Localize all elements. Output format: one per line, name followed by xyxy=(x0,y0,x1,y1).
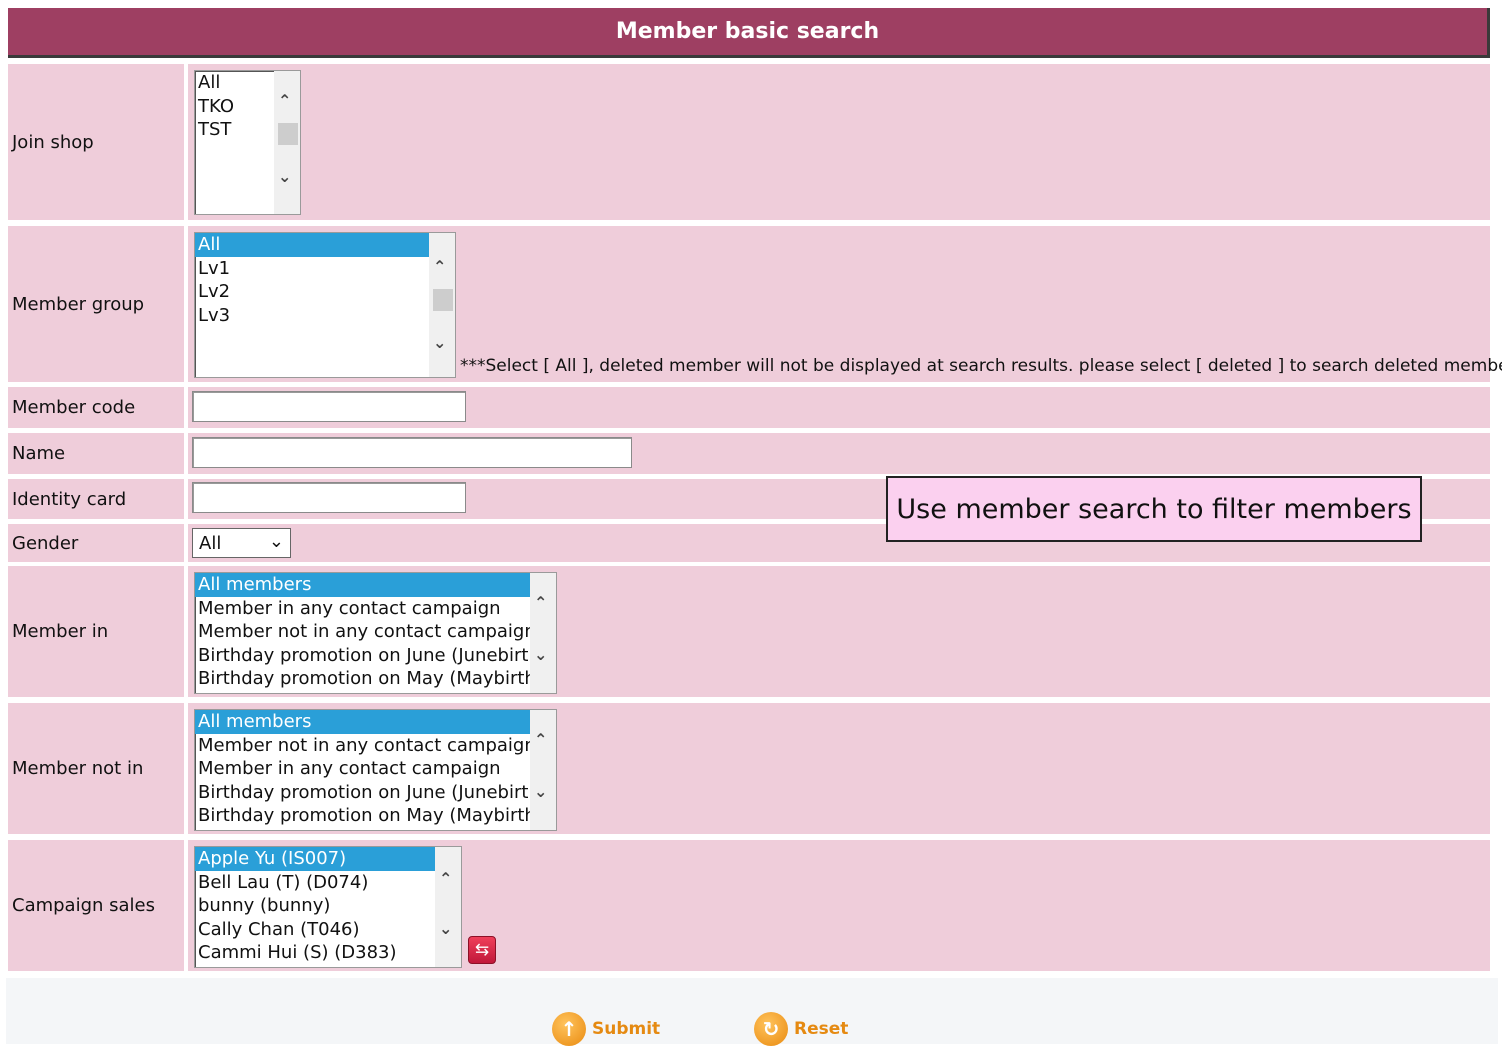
member-code-label: Member code xyxy=(8,387,184,428)
member-group-cell: All Lv1 Lv2 Lv3 ⌃ ⌄ ***Select [ All ], d… xyxy=(188,226,1502,382)
chevron-down-icon: ⌄ xyxy=(268,531,284,552)
member-not-in-listbox[interactable]: All members Member not in any contact ca… xyxy=(194,709,557,831)
member-code-cell xyxy=(188,387,1490,428)
chevron-down-icon[interactable]: ⌄ xyxy=(278,167,291,186)
gender-label: Gender xyxy=(8,524,184,562)
member-not-in-scrollbar[interactable]: ⌃ ⌄ xyxy=(530,710,556,830)
member-group-option-selected[interactable]: All xyxy=(195,233,429,257)
name-cell xyxy=(188,433,1490,474)
identity-card-label: Identity card xyxy=(8,479,184,519)
member-in-option-selected[interactable]: All members xyxy=(195,573,530,597)
chevron-up-icon[interactable]: ⌃ xyxy=(439,869,452,888)
member-not-in-option[interactable]: Member in any contact campaign xyxy=(195,757,556,781)
callout-annotation: Use member search to filter members xyxy=(886,476,1422,542)
chevron-up-icon[interactable]: ⌃ xyxy=(278,91,291,110)
member-group-option[interactable]: Lv3 xyxy=(195,304,455,328)
chevron-down-icon[interactable]: ⌄ xyxy=(534,782,547,801)
campaign-sales-scrollbar[interactable]: ⌃ ⌄ xyxy=(435,847,461,967)
join-shop-label: Join shop xyxy=(8,64,184,220)
member-not-in-cell: All members Member not in any contact ca… xyxy=(188,703,1490,834)
member-in-listbox[interactable]: All members Member in any contact campai… xyxy=(194,572,557,694)
join-shop-cell: All TKO TST ⌃ ⌄ xyxy=(188,64,1490,220)
member-group-option[interactable]: Lv2 xyxy=(195,280,455,304)
member-group-scrollbar[interactable]: ⌃ ⌄ xyxy=(429,233,455,377)
chevron-up-icon[interactable]: ⌃ xyxy=(534,593,547,612)
chevron-up-icon[interactable]: ⌃ xyxy=(534,730,547,749)
submit-label: Submit xyxy=(592,1019,661,1039)
chevron-up-icon[interactable]: ⌃ xyxy=(433,257,446,276)
form-footer: ↑ Submit ↻ Reset xyxy=(6,978,1498,1046)
campaign-sales-option[interactable]: Cammi Hui (S) (D383) xyxy=(195,941,461,965)
campaign-sales-option[interactable]: Bell Lau (T) (D074) xyxy=(195,871,461,895)
gender-select[interactable]: All ⌄ xyxy=(192,528,291,558)
member-in-option[interactable]: Birthday promotion on June (Junebirth) xyxy=(195,644,556,668)
member-group-label: Member group xyxy=(8,226,184,382)
join-shop-scrollbar[interactable]: ⌃ ⌄ xyxy=(274,71,300,214)
reset-button[interactable]: ↻ Reset xyxy=(754,1012,848,1046)
chevron-down-icon[interactable]: ⌄ xyxy=(534,645,547,664)
deleted-member-note: ***Select [ All ], deleted member will n… xyxy=(460,356,1502,376)
member-not-in-option[interactable]: Birthday promotion on June (Junebirth) xyxy=(195,781,556,805)
join-shop-listbox[interactable]: All TKO TST ⌃ ⌄ xyxy=(194,70,301,215)
member-in-scrollbar[interactable]: ⌃ ⌄ xyxy=(530,573,556,693)
campaign-sales-option[interactable]: bunny (bunny) xyxy=(195,894,461,918)
member-group-option[interactable]: Lv1 xyxy=(195,257,455,281)
identity-card-input[interactable] xyxy=(192,482,466,513)
campaign-sales-label: Campaign sales xyxy=(8,840,184,971)
reset-label: Reset xyxy=(794,1019,849,1039)
member-not-in-option[interactable]: Member not in any contact campaign xyxy=(195,734,556,758)
name-input[interactable] xyxy=(192,437,632,468)
member-in-cell: All members Member in any contact campai… xyxy=(188,566,1490,697)
member-in-option[interactable]: Member in any contact campaign xyxy=(195,597,556,621)
member-in-option[interactable]: Member not in any contact campaign xyxy=(195,620,556,644)
scroll-thumb[interactable] xyxy=(278,123,298,145)
chevron-down-icon[interactable]: ⌄ xyxy=(433,333,446,352)
campaign-sales-cell: Apple Yu (IS007) Bell Lau (T) (D074) bun… xyxy=(188,840,1490,971)
scroll-thumb[interactable] xyxy=(433,289,453,311)
member-in-label: Member in xyxy=(8,566,184,697)
campaign-sales-option[interactable]: Cally Chan (T046) xyxy=(195,918,461,942)
submit-button[interactable]: ↑ Submit xyxy=(552,1012,660,1046)
member-code-input[interactable] xyxy=(192,391,466,422)
page-title: Member basic search xyxy=(8,8,1490,58)
name-label: Name xyxy=(8,433,184,474)
member-not-in-option[interactable]: Birthday promotion on May (Maybirth) xyxy=(195,804,556,828)
campaign-sales-listbox[interactable]: Apple Yu (IS007) Bell Lau (T) (D074) bun… xyxy=(194,846,462,968)
member-in-option[interactable]: Birthday promotion on May (Maybirth) xyxy=(195,667,556,691)
swap-icon[interactable]: ⇆ xyxy=(468,936,496,964)
member-not-in-label: Member not in xyxy=(8,703,184,834)
chevron-down-icon[interactable]: ⌄ xyxy=(439,919,452,938)
campaign-sales-option-selected[interactable]: Apple Yu (IS007) xyxy=(195,847,435,871)
member-group-listbox[interactable]: All Lv1 Lv2 Lv3 ⌃ ⌄ xyxy=(194,232,456,378)
submit-icon: ↑ xyxy=(552,1012,586,1046)
reset-icon: ↻ xyxy=(754,1012,788,1046)
gender-select-value: All xyxy=(199,532,222,554)
member-not-in-option-selected[interactable]: All members xyxy=(195,710,530,734)
